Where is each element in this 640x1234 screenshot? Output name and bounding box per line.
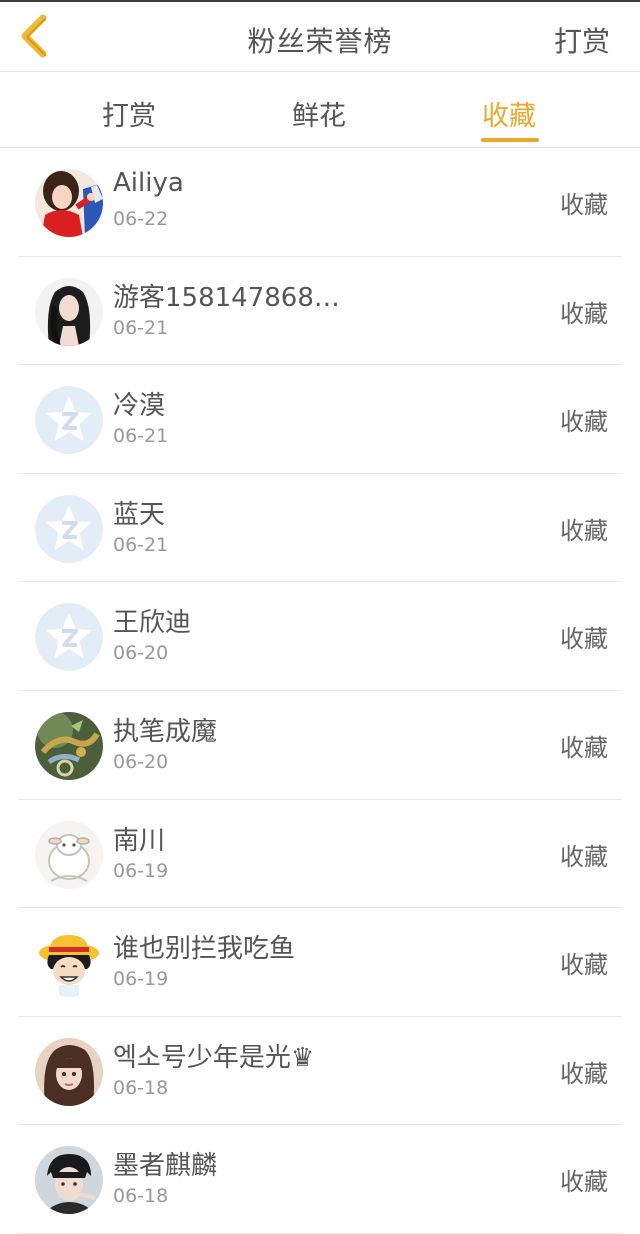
user-name: 墨者麒麟 [113,1151,218,1182]
avatar[interactable] [35,278,103,346]
user-name: 南川 [113,825,166,856]
user-name: 谁也别拦我吃鱼 [113,934,296,965]
date-label: 06-18 [113,1185,169,1208]
tab-bar: 打赏 鲜花 收藏 [0,72,640,148]
date-label: 06-19 [113,859,169,882]
date-label: 06-21 [113,316,169,339]
list-item[interactable]: 游客1581478688... 06-21 收藏 [18,257,622,366]
user-name: Ailiya [113,168,184,198]
action-label: 收藏 [560,951,608,980]
date-label: 06-21 [113,533,169,556]
list-item[interactable]: 蓝天 06-21 收藏 [18,474,622,583]
list-item[interactable]: 执笔成魔 06-20 收藏 [18,691,622,800]
date-label: 06-21 [113,425,169,448]
avatar[interactable] [35,603,103,671]
user-name: 执笔成魔 [113,716,218,747]
list-item[interactable]: 冷漠 06-21 收藏 [18,365,622,474]
reward-button[interactable]: 打赏 [554,20,610,60]
list-item[interactable]: 墨者麒麟 06-18 收藏 [18,1125,622,1234]
user-name: 冷漠 [113,391,166,422]
top-bar: 粉丝荣誉榜 打赏 [0,0,640,72]
date-label: 06-20 [113,750,169,773]
avatar[interactable] [35,386,103,454]
user-name: 蓝天 [113,499,166,530]
action-label: 收藏 [560,299,608,328]
date-label: 06-22 [113,208,169,230]
fan-list: Ailiya 06-22 收藏 游客1581478688... 06-21 收藏… [0,148,640,1234]
list-item[interactable]: 南川 06-19 收藏 [18,800,622,909]
action-label: 收藏 [560,625,608,654]
action-label: 收藏 [560,516,608,545]
list-item[interactable]: Ailiya 06-22 收藏 [18,148,622,257]
user-name: 엑소号少年是光♛ [113,1042,315,1073]
action-label: 收藏 [560,191,608,219]
active-tab-indicator [481,138,539,142]
list-item[interactable]: 엑소号少年是光♛ 06-18 收藏 [18,1017,622,1126]
date-label: 06-19 [113,968,169,991]
list-item[interactable]: 谁也别拦我吃鱼 06-19 收藏 [18,908,622,1017]
avatar[interactable] [35,712,103,780]
avatar[interactable] [35,929,103,997]
avatar[interactable] [35,169,103,237]
user-name: 王欣迪 [113,608,192,639]
tab-reward[interactable]: 打赏 [102,94,156,133]
page-title: 粉丝荣誉榜 [247,25,393,58]
action-label: 收藏 [560,842,608,871]
avatar[interactable] [35,1146,103,1214]
action-label: 收藏 [560,408,608,437]
action-label: 收藏 [560,1168,608,1197]
avatar[interactable] [35,821,103,889]
tab-flowers[interactable]: 鲜花 [292,94,346,133]
list-item[interactable]: 王欣迪 06-20 收藏 [18,582,622,691]
back-button[interactable] [12,12,56,60]
action-label: 收藏 [560,733,608,762]
avatar[interactable] [35,495,103,563]
date-label: 06-18 [113,1076,169,1099]
avatar[interactable] [35,1038,103,1106]
user-name: 游客1581478688... [113,282,353,313]
date-label: 06-20 [113,642,169,665]
chevron-left-icon [21,14,47,58]
action-label: 收藏 [560,1059,608,1088]
tab-favorites[interactable]: 收藏 [482,94,536,133]
